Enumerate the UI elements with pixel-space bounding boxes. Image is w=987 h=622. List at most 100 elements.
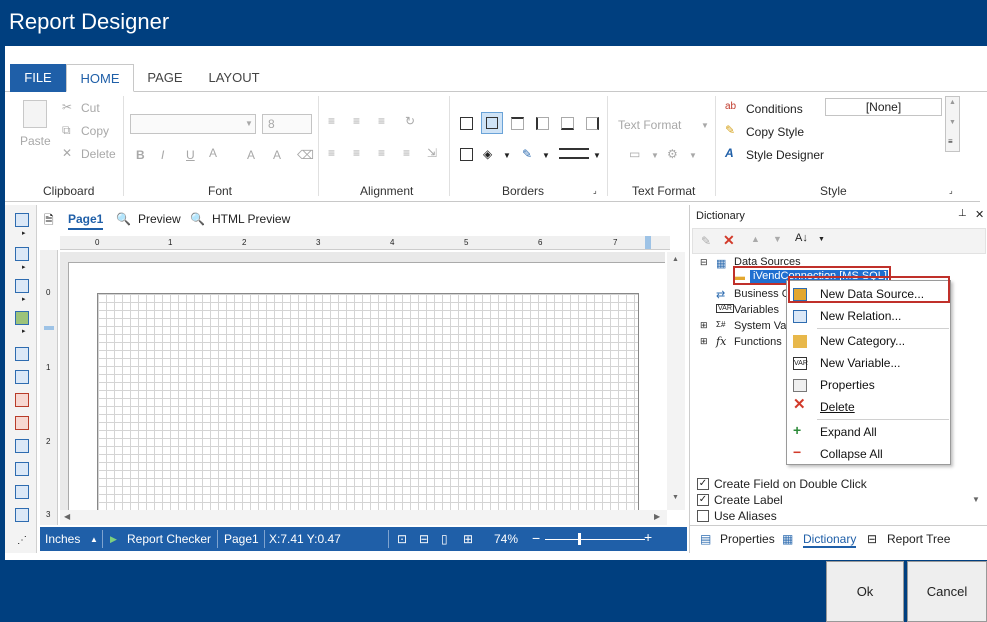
tab-home[interactable]: HOME (66, 64, 134, 92)
zoom-slider-track[interactable] (545, 539, 645, 540)
checkbox-use-aliases[interactable] (697, 510, 709, 522)
menu-delete[interactable]: Delete (820, 400, 855, 414)
close-icon[interactable]: ✕ (975, 208, 984, 221)
chevron-down-icon[interactable]: ▼ (593, 149, 601, 163)
cross-band-icon[interactable] (15, 247, 29, 261)
tab-dictionary[interactable]: Dictionary (803, 532, 857, 548)
fit-page-icon[interactable]: ⊡ (397, 532, 407, 546)
rich-text-icon[interactable] (15, 416, 29, 430)
scroll-down-icon[interactable]: ▼ (949, 119, 956, 126)
delete-icon[interactable]: ✕ (723, 232, 735, 249)
scroll-down-icon[interactable]: ▼ (672, 494, 679, 501)
expand-group-icon[interactable]: ⌟ (593, 184, 597, 198)
menu-collapse-all[interactable]: Collapse All (820, 447, 883, 461)
menu-new-category[interactable]: New Category... (820, 334, 905, 348)
checkbox-create-field[interactable]: ✓ (697, 478, 709, 490)
expand-icon[interactable]: ⊞ (700, 320, 708, 331)
align-left-icon[interactable]: ≡ (328, 146, 335, 160)
cancel-button[interactable]: Cancel (907, 561, 987, 622)
tab-layout[interactable]: LAYOUT (205, 64, 263, 92)
align-top-icon[interactable]: ≡ (328, 114, 335, 128)
copy-style-button[interactable]: Copy Style (746, 125, 804, 139)
paste-button[interactable]: Paste (20, 134, 51, 148)
zoom-100-icon[interactable]: ⊞ (463, 532, 473, 546)
tree-system-variables[interactable]: System Va (734, 320, 786, 332)
font-name-dropdown[interactable] (130, 114, 256, 134)
rotate-icon[interactable]: ↻ (405, 114, 415, 128)
tree-variables[interactable]: Variables (734, 304, 779, 316)
fill-color-icon[interactable]: ◈ (483, 147, 492, 161)
zoom-slider-handle[interactable] (578, 533, 581, 545)
ruler-margin-marker[interactable] (645, 236, 651, 249)
border-style-icon[interactable] (559, 148, 589, 159)
tab-file[interactable]: FILE (10, 64, 66, 92)
tab-report-tree[interactable]: Report Tree (887, 532, 950, 546)
menu-new-variable[interactable]: New Variable... (820, 356, 900, 370)
format-icon[interactable]: ▭ (629, 147, 640, 161)
chevron-up-icon[interactable]: ▲ (90, 535, 98, 544)
text-format-dropdown[interactable]: Text Format (618, 118, 681, 132)
menu-expand-all[interactable]: Expand All (820, 425, 877, 439)
delete-button[interactable]: Delete (81, 147, 116, 161)
border-bottom-icon[interactable] (561, 117, 574, 130)
clear-format-icon[interactable]: ⌫ (297, 148, 314, 162)
bold-button[interactable]: B (136, 148, 145, 162)
align-bottom-icon[interactable]: ≡ (378, 114, 385, 128)
design-canvas[interactable] (60, 252, 665, 510)
label-icon[interactable] (15, 508, 29, 522)
one-page-icon[interactable]: ▯ (441, 532, 448, 546)
italic-button[interactable]: I (161, 148, 164, 162)
fit-width-icon[interactable]: ⊟ (419, 532, 429, 546)
ok-button[interactable]: Ok (826, 561, 904, 622)
footer-band-icon[interactable] (15, 462, 29, 476)
ruler-margin-marker[interactable] (44, 326, 54, 330)
move-up-icon[interactable]: ▲ (751, 234, 760, 244)
expand-icon[interactable]: ⊞ (700, 336, 708, 347)
report-checker-button[interactable]: Report Checker (127, 532, 211, 546)
conditions-button[interactable]: Conditions (746, 102, 803, 116)
checkbox-create-label[interactable]: ✓ (697, 494, 709, 506)
align-middle-icon[interactable]: ≡ (353, 114, 360, 128)
underline-button[interactable]: U (186, 148, 195, 162)
expand-arrow-icon[interactable]: ▸ (22, 229, 26, 237)
component-icon[interactable] (15, 279, 29, 293)
report-title-icon[interactable] (15, 370, 29, 384)
border-sides-icon[interactable] (460, 148, 473, 161)
font-color-button[interactable]: A (209, 146, 217, 160)
cut-button[interactable]: Cut (81, 101, 100, 115)
chevron-down-icon[interactable]: ▼ (542, 149, 550, 163)
scroll-left-icon[interactable]: ◀ (64, 512, 70, 521)
page-header-icon[interactable] (15, 347, 29, 361)
text-icon[interactable] (15, 393, 29, 407)
style-selector[interactable]: [None] (825, 98, 942, 116)
tab-properties[interactable]: Properties (720, 532, 775, 546)
style-designer-button[interactable]: Style Designer (746, 148, 824, 162)
zoom-in-icon[interactable]: + (644, 529, 652, 545)
align-center-icon[interactable]: ≡ (353, 146, 360, 160)
style-gallery-scroll[interactable]: ▲ ▼ ≡ (945, 96, 960, 152)
font-grow-icon[interactable]: A (247, 148, 255, 162)
canvas-vertical-scrollbar[interactable]: ▲ ▼ (667, 252, 685, 510)
border-right-icon[interactable] (586, 117, 599, 130)
copy-button[interactable]: Copy (81, 124, 109, 138)
zoom-out-icon[interactable]: − (532, 530, 540, 546)
canvas-horizontal-scrollbar[interactable]: ◀ ▶ (60, 510, 667, 525)
scroll-up-icon[interactable]: ▲ (672, 256, 679, 263)
units-selector[interactable]: Inches (45, 532, 80, 546)
justify-icon[interactable]: ≡ (403, 146, 410, 160)
collapse-icon[interactable]: ⊟ (700, 257, 708, 268)
page-grid[interactable] (97, 293, 639, 510)
border-none-icon[interactable] (481, 112, 503, 134)
edit-icon[interactable]: ✎ (701, 234, 711, 248)
scroll-up-icon[interactable]: ▲ (949, 99, 956, 106)
expand-group-icon[interactable]: ⌟ (949, 184, 953, 198)
band-icon[interactable] (15, 213, 29, 227)
chevron-down-icon[interactable]: ▼ (818, 236, 825, 243)
tab-page1[interactable]: Page1 (68, 212, 104, 230)
font-size-dropdown[interactable]: 8 (262, 114, 312, 134)
pin-icon[interactable]: ⊥ (958, 208, 967, 219)
gallery-more-icon[interactable]: ≡ (948, 137, 953, 146)
more-icon[interactable]: ⋰ (17, 535, 27, 546)
tree-business-objects[interactable]: Business O (734, 288, 790, 300)
menu-new-data-source[interactable]: New Data Source... (820, 287, 924, 301)
